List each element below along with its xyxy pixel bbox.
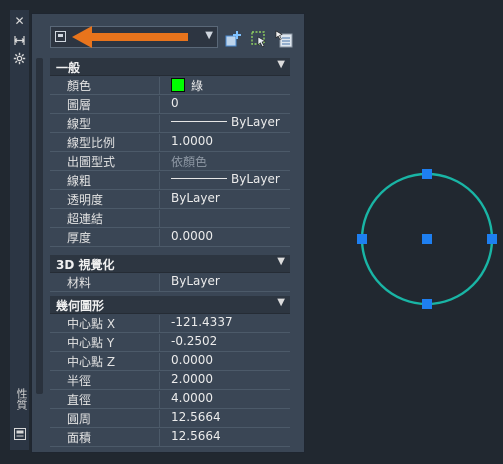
property-value: 依顏色: [171, 155, 208, 169]
toggle-pickadd-icon[interactable]: [225, 30, 243, 48]
property-row-linetype[interactable]: 線型 ByLayer: [50, 114, 290, 133]
property-label: 中心點 Y: [50, 334, 160, 352]
property-value[interactable]: 0.0000: [168, 229, 290, 247]
section-geometry-header[interactable]: 幾何圖形 ▼: [50, 296, 290, 314]
close-icon[interactable]: ✕: [12, 14, 27, 29]
property-row-center-z[interactable]: 中心點 Z 0.0000: [50, 352, 290, 371]
property-label: 線型比例: [50, 134, 160, 152]
chevron-down-icon: ▼: [205, 30, 213, 41]
drawing-canvas[interactable]: [304, 0, 503, 461]
palette-toolbar: ▼: [32, 14, 304, 54]
gear-icon[interactable]: [12, 52, 27, 67]
annotation-arrow: [72, 26, 188, 48]
property-row-center-y[interactable]: 中心點 Y -0.2502: [50, 333, 290, 352]
section-title: 3D 視覺化: [56, 258, 115, 272]
property-label: 材料: [50, 274, 160, 292]
property-value[interactable]: 0.0000: [168, 353, 290, 371]
property-label: 出圖型式: [50, 153, 160, 171]
color-swatch: [171, 78, 185, 92]
properties-palette: ▼ 一般 ▼ 顏色 綠 圖層 0 線型 ByLayer 線型比例 1.0000 …: [31, 13, 305, 453]
property-value[interactable]: 2.0000: [168, 372, 290, 390]
property-row-material[interactable]: 材料 ByLayer: [50, 273, 290, 292]
property-value[interactable]: [168, 210, 290, 228]
property-label: 透明度: [50, 191, 160, 209]
property-label: 厚度: [50, 229, 160, 247]
line-sample: [171, 121, 227, 122]
drawing-area[interactable]: [304, 0, 503, 461]
property-label: 顏色: [50, 77, 160, 95]
linetype-name: ByLayer: [231, 115, 280, 129]
property-row-transparency[interactable]: 透明度 ByLayer: [50, 190, 290, 209]
grip-bottom[interactable]: [422, 299, 432, 309]
collapse-icon[interactable]: ▼: [277, 297, 285, 308]
property-value-lineweight[interactable]: ByLayer: [168, 172, 290, 190]
palette-scrollbar[interactable]: [36, 58, 43, 394]
palette-title-bar: ✕ 性質: [10, 10, 29, 450]
property-row-area[interactable]: 面積 12.5664: [50, 428, 290, 447]
section-general-header[interactable]: 一般 ▼: [50, 58, 290, 76]
property-label: 圓周: [50, 410, 160, 428]
property-value[interactable]: -121.4337: [168, 315, 290, 333]
lineweight-name: ByLayer: [231, 172, 280, 186]
property-row-thickness[interactable]: 厚度 0.0000: [50, 228, 290, 247]
property-row-circumference[interactable]: 圓周 12.5664: [50, 409, 290, 428]
property-row-linetype-scale[interactable]: 線型比例 1.0000: [50, 133, 290, 152]
property-label: 中心點 X: [50, 315, 160, 333]
no-selection-icon: [55, 31, 66, 42]
section-3d-visualization-header[interactable]: 3D 視覺化 ▼: [50, 255, 290, 273]
property-row-color[interactable]: 顏色 綠: [50, 76, 290, 95]
property-label: 直徑: [50, 391, 160, 409]
section-title: 一般: [56, 61, 81, 75]
properties-palette-icon[interactable]: [12, 428, 27, 443]
property-row-diameter[interactable]: 直徑 4.0000: [50, 390, 290, 409]
grip-left[interactable]: [357, 234, 367, 244]
property-row-hyperlink[interactable]: 超連結: [50, 209, 290, 228]
property-row-layer[interactable]: 圖層 0: [50, 95, 290, 114]
property-label: 線型: [50, 115, 160, 133]
section-title: 幾何圖形: [56, 299, 105, 313]
property-value[interactable]: 4.0000: [168, 391, 290, 409]
grip-right[interactable]: [487, 234, 497, 244]
quick-select-icon[interactable]: [275, 30, 293, 48]
property-grid: 一般 ▼ 顏色 綠 圖層 0 線型 ByLayer 線型比例 1.0000 出圖…: [50, 58, 290, 447]
property-value-linetype[interactable]: ByLayer: [168, 115, 290, 133]
palette-title: 性質: [15, 388, 28, 410]
property-row-plot-style[interactable]: 出圖型式 依顏色: [50, 152, 290, 171]
property-row-lineweight[interactable]: 線粗 ByLayer: [50, 171, 290, 190]
color-name: 綠: [191, 79, 204, 93]
autohide-icon[interactable]: [12, 34, 27, 49]
property-label: 圖層: [50, 96, 160, 114]
property-value[interactable]: 1.0000: [168, 134, 290, 152]
select-objects-icon[interactable]: [250, 30, 268, 48]
property-value[interactable]: -0.2502: [168, 334, 290, 352]
property-row-radius[interactable]: 半徑 2.0000: [50, 371, 290, 390]
property-label: 半徑: [50, 372, 160, 390]
property-label: 面積: [50, 429, 160, 447]
property-value[interactable]: 12.5664: [168, 429, 290, 447]
property-value[interactable]: 12.5664: [168, 410, 290, 428]
collapse-icon[interactable]: ▼: [277, 256, 285, 267]
property-value-color[interactable]: 綠: [168, 77, 290, 95]
collapse-icon[interactable]: ▼: [277, 59, 285, 70]
grip-top[interactable]: [422, 169, 432, 179]
property-value[interactable]: ByLayer: [168, 191, 290, 209]
property-value[interactable]: ByLayer: [168, 274, 290, 292]
property-label: 超連結: [50, 210, 160, 228]
property-value[interactable]: 0: [168, 96, 290, 114]
property-row-center-x[interactable]: 中心點 X -121.4337: [50, 314, 290, 333]
property-label: 線粗: [50, 172, 160, 190]
property-label: 中心點 Z: [50, 353, 160, 371]
line-sample: [171, 178, 227, 179]
grip-center[interactable]: [422, 234, 432, 244]
